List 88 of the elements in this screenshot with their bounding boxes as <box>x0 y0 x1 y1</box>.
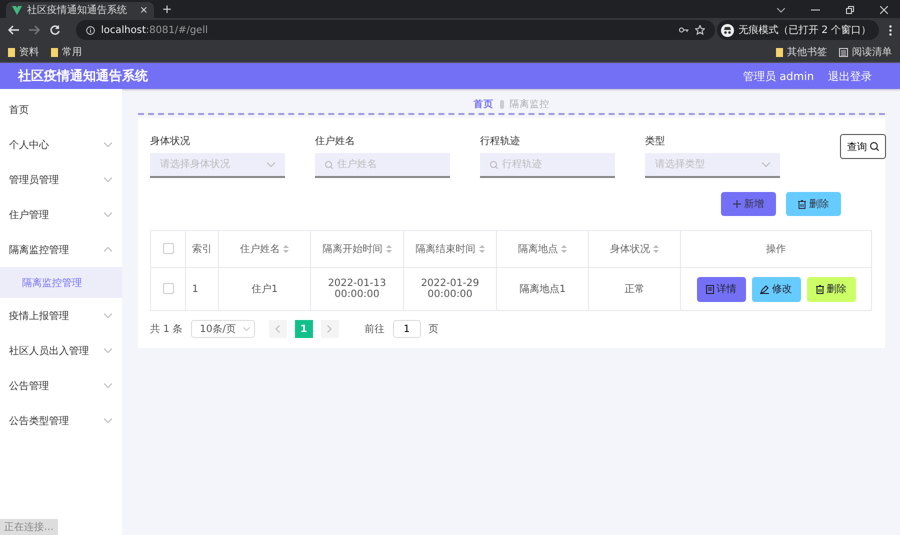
row-checkbox[interactable] <box>162 283 174 294</box>
document-icon <box>706 284 714 294</box>
browser-tab[interactable]: 社区疫情通知通告系统 × <box>6 2 154 18</box>
previous-page-button[interactable] <box>268 320 287 338</box>
page-unit: 页 <box>428 323 439 336</box>
filter-label: 行程轨迹 <box>480 134 521 148</box>
more-icon[interactable] <box>889 24 892 36</box>
filter-input[interactable]: 请选择身体状况 <box>160 159 263 170</box>
sort-icon[interactable] <box>283 245 289 253</box>
breadcrumb-item[interactable]: 首页 <box>474 98 494 110</box>
select-field[interactable]: 请选择类型 <box>645 153 780 178</box>
sidebar-item[interactable]: 首页 <box>0 92 122 127</box>
sort-icon[interactable] <box>478 245 484 253</box>
user-name: 管理员 admin <box>743 68 814 84</box>
list-icon <box>839 48 848 56</box>
chevron-down-icon <box>242 327 250 331</box>
filter-input[interactable]: 请选择类型 <box>655 159 758 170</box>
table-cell: 2022-01-13 00:00:00 <box>328 278 386 300</box>
minimize-icon[interactable] <box>811 9 820 11</box>
sidebar-item[interactable]: 管理员管理 <box>0 162 122 197</box>
edit-button[interactable]: 修改 <box>752 276 800 302</box>
sort-icon[interactable] <box>561 245 567 253</box>
table-cell: 2022-01-29 00:00:00 <box>420 278 480 300</box>
sidebar-item[interactable]: 住户管理 <box>0 197 122 232</box>
total-count: 共 1 条 <box>150 322 183 336</box>
close-icon[interactable] <box>880 6 888 14</box>
sidebar-item[interactable]: 公告类型管理 <box>0 403 122 438</box>
column-header: 操作 <box>766 243 786 256</box>
sidebar-item[interactable]: 公告管理 <box>0 368 122 403</box>
chevron-down-icon <box>762 162 770 167</box>
new-tab-button[interactable]: + <box>162 2 172 16</box>
table-cell: 正常 <box>624 284 644 295</box>
search-icon <box>870 142 879 151</box>
search-icon <box>490 160 498 168</box>
filter-label: 住户姓名 <box>315 134 356 148</box>
forward-icon[interactable] <box>29 25 40 35</box>
back-icon[interactable] <box>8 25 19 35</box>
bookmark[interactable]: 资料 <box>8 45 39 59</box>
tab-title: 社区疫情通知通告系统 <box>27 4 128 17</box>
tab-close-button[interactable]: × <box>140 4 148 16</box>
info-icon <box>86 26 95 34</box>
address-bar[interactable]: localhost:8081/#/gell <box>76 20 716 40</box>
key-icon[interactable] <box>679 27 690 33</box>
sort-icon[interactable] <box>386 245 392 253</box>
filter-label: 身体状况 <box>150 134 191 148</box>
table-cell: 1 <box>192 284 198 294</box>
filter-label: 类型 <box>645 134 666 148</box>
sidebar-item[interactable]: 个人中心 <box>0 127 122 162</box>
url-text: localhost:8081/#/gell <box>101 24 208 36</box>
v-logo-icon <box>12 6 22 14</box>
trash-icon <box>798 200 806 208</box>
page-size-select[interactable]: 10条/页 <box>190 320 255 338</box>
bookmark[interactable]: 常用 <box>51 45 82 59</box>
table-cell: 隔离地点1 <box>519 284 566 295</box>
chevron-left-icon <box>275 325 280 333</box>
query-button[interactable]: 查询 <box>840 134 886 159</box>
table-cell: 住户1 <box>251 284 278 295</box>
reading-list-button[interactable]: 阅读清单 <box>839 45 892 59</box>
sidebar-item[interactable]: 疫情上报管理 <box>0 298 122 333</box>
pencil-icon <box>760 284 769 294</box>
plus-icon <box>733 200 741 208</box>
star-icon[interactable] <box>695 25 706 35</box>
select-field[interactable]: 请选择身体状况 <box>150 153 285 178</box>
goto-label: 前往 <box>364 322 385 336</box>
status-bar: 正在连接... <box>0 519 58 535</box>
chevron-down-icon[interactable] <box>777 8 785 12</box>
sidebar-item[interactable]: 社区人员出入管理 <box>0 333 122 368</box>
reload-icon[interactable] <box>50 25 60 35</box>
detail-button[interactable]: 详情 <box>696 276 746 302</box>
sort-icon[interactable] <box>653 245 659 253</box>
delete-button[interactable]: 删除 <box>786 192 841 216</box>
incognito-badge[interactable]: 无痕模式（已打开 2 个窗口） <box>717 20 879 40</box>
column-header: 索引 <box>192 242 212 256</box>
logout-link[interactable]: 退出登录 <box>828 68 872 84</box>
search-icon <box>325 160 333 168</box>
page-input[interactable]: 1 <box>392 320 421 338</box>
select-all-checkbox[interactable] <box>162 243 174 254</box>
trash-icon <box>816 284 824 294</box>
app-title: 社区疫情通知通告系统 <box>18 68 148 85</box>
bookmark[interactable]: 其他书签 <box>776 45 827 59</box>
next-page-button[interactable] <box>320 320 339 338</box>
restore-icon[interactable] <box>846 6 854 14</box>
incognito-icon <box>721 24 734 36</box>
sidebar-item[interactable]: 隔离监控管理 <box>0 232 122 267</box>
delete-button[interactable]: 删除 <box>806 276 856 302</box>
breadcrumb-item: 隔离监控 <box>510 98 550 110</box>
chevron-down-icon <box>267 162 275 167</box>
chevron-right-icon <box>327 325 332 333</box>
